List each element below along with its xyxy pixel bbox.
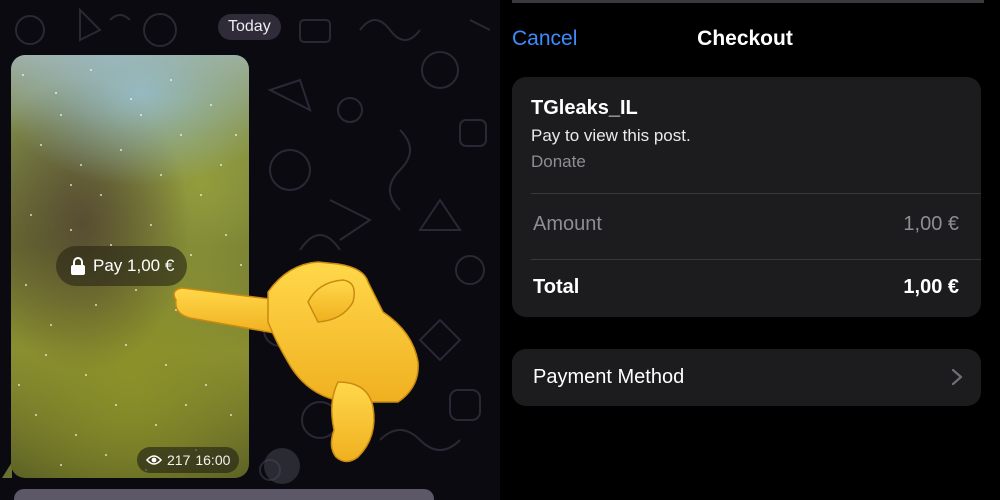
- payment-method-row[interactable]: Payment Method: [512, 349, 981, 406]
- divider: [531, 193, 981, 194]
- merchant-name: TGleaks_IL: [531, 97, 638, 119]
- eye-icon: [146, 455, 162, 465]
- divider: [531, 259, 981, 260]
- total-label: Total: [533, 276, 580, 298]
- chevron-right-icon: [951, 368, 963, 386]
- chat-screen: Today Pay 1,00 € 217 16:00: [0, 0, 500, 500]
- date-separator: Today: [218, 14, 281, 40]
- checkout-title: Checkout: [697, 27, 793, 50]
- message-input-bar[interactable]: [14, 489, 434, 500]
- sheet-top-edge: [512, 0, 984, 3]
- checkout-sheet: Cancel Checkout TGleaks_IL Pay to view t…: [500, 0, 1000, 500]
- lock-icon: [71, 257, 85, 275]
- total-value: 1,00 €: [903, 276, 959, 298]
- invoice-type: Donate: [531, 152, 586, 171]
- amount-label: Amount: [533, 213, 602, 235]
- pay-label: Pay 1,00 €: [93, 256, 175, 275]
- invoice-description: Pay to view this post.: [531, 126, 691, 145]
- payment-method-label: Payment Method: [533, 366, 685, 388]
- amount-value: 1,00 €: [903, 213, 959, 235]
- pointing-hand-emoji: [173, 261, 419, 463]
- invoice-card: TGleaks_IL Pay to view this post. Donate…: [512, 77, 981, 317]
